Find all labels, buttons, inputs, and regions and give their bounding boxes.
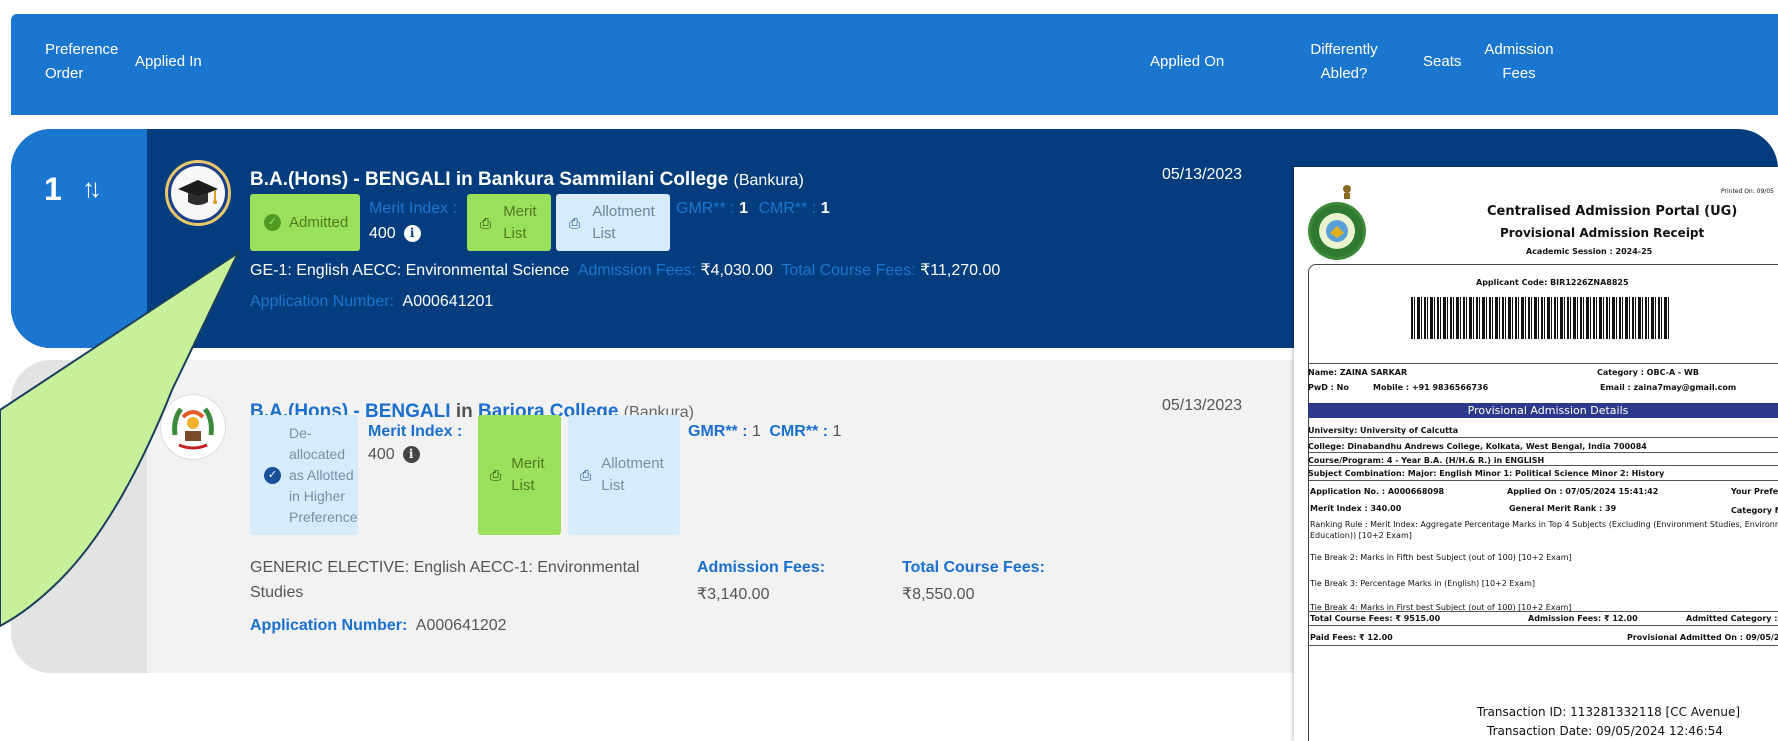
receipt-course-program: Course/Program: 4 - Year B.A. (H/H.& R.)…	[1308, 456, 1545, 465]
printer-icon: ⎙	[580, 467, 592, 483]
receipt-printed-on: Printed On: 09/05	[1721, 188, 1774, 195]
receipt-tie-break-3: Tie Break 3: Percentage Marks in (Englis…	[1310, 579, 1535, 588]
receipt-subtitle: Provisional Admission Receipt	[1500, 226, 1705, 240]
college-logo	[165, 160, 231, 226]
admission-fees-value: ₹3,140.00	[697, 586, 770, 603]
receipt-general-merit-rank: General Merit Rank : 39	[1509, 504, 1617, 513]
header-seats: Seats	[1423, 53, 1462, 70]
receipt-tie-break-2: Tie Break 2: Marks in Fifth best Subject…	[1310, 553, 1572, 562]
barcode	[1411, 297, 1671, 339]
receipt-ranking-rule-2: Education)) [10+2 Exam]	[1310, 531, 1412, 540]
preference-cell	[11, 360, 147, 673]
printer-icon: ⎙	[480, 214, 492, 231]
gmr: GMR** : 1 CMR** : 1	[676, 200, 830, 217]
receipt-session: Academic Session : 2024-25	[1526, 247, 1653, 256]
table-header: Preference Order Applied In Applied On D…	[11, 14, 1778, 115]
info-circle-icon[interactable]: i	[403, 225, 421, 243]
total-fees-label: Total Course Fees:	[902, 559, 1045, 576]
merit-list-label: Merit List	[511, 455, 545, 494]
receipt-transaction-id: Transaction ID: 113281332118 [CC Avenue]	[1477, 705, 1741, 719]
gmr: GMR** : 1 CMR** : 1	[688, 423, 842, 440]
header-applied-in: Applied In	[135, 53, 202, 70]
receipt-mobile: Mobile : +91 9836566736	[1373, 383, 1489, 392]
receipt-your-pref: Your Prefe	[1731, 487, 1778, 496]
receipt-email: Email : zaina7may@gmail.com	[1600, 383, 1737, 392]
receipt-subject-combination: Subject Combination: Major: English Mino…	[1308, 469, 1665, 478]
receipt-applicant-code: Applicant Code: BIR1226ZNA8825	[1476, 278, 1629, 287]
status-text: Admitted	[289, 214, 349, 231]
receipt-title: Centralised Admission Portal (UG)	[1487, 204, 1738, 219]
receipt-provisional-admitted-on: Provisional Admitted On : 09/05/2024 12	[1627, 633, 1778, 642]
portal-logo	[1308, 202, 1366, 260]
receipt-total-course-fees: Total Course Fees: ₹ 9515.00	[1310, 614, 1441, 623]
subject-line-2: Studies	[250, 584, 304, 601]
header-applied-on: Applied On	[1150, 53, 1225, 70]
sort-arrows-icon[interactable]: ↑↓	[82, 173, 102, 204]
course-in: in	[455, 401, 473, 422]
status-badge: ✓ Admitted	[250, 194, 360, 251]
course-title: B.A.(Hons) - BENGALI in Bankura Sammilan…	[250, 169, 804, 191]
printer-icon: ⎙	[490, 467, 502, 483]
receipt-applied-on: Applied On : 07/05/2024 15:41:42	[1507, 487, 1659, 496]
header-differently-abled: Differently Abled?	[1310, 41, 1378, 82]
info-circle-icon[interactable]: i	[402, 446, 420, 464]
receipt-name: Name: ZAINA SARKAR	[1308, 368, 1408, 377]
sort-arrows-icon[interactable]: ↑↓	[82, 405, 102, 436]
application-number: Application Number: A000641202	[250, 617, 507, 634]
college-logo	[160, 394, 226, 460]
receipt-college: College: Dinabandhu Andrews College, Kol…	[1308, 442, 1647, 451]
allotment-list-label: Allotment List	[592, 202, 655, 242]
merit-list-label: Merit List	[503, 202, 537, 242]
admission-receipt: Printed On: 09/05 Centralised Admission …	[1294, 167, 1778, 741]
receipt-merit-index: Merit Index : 340.00	[1310, 504, 1402, 513]
preference-order: 2	[44, 403, 62, 439]
receipt-admission-fees: Admission Fees: ₹ 12.00	[1528, 614, 1638, 623]
receipt-admitted-category: Admitted Category : OBC-	[1686, 614, 1778, 623]
district: (Bankura)	[733, 172, 804, 189]
receipt-details-header: Provisional Admission Details	[1308, 403, 1778, 418]
merit-list-button[interactable]: ⎙ Merit List	[467, 194, 551, 251]
receipt-category-m: Category M	[1731, 506, 1778, 515]
subject-line-1: GENERIC ELECTIVE: English AECC-1: Enviro…	[250, 559, 640, 576]
merit-list-button[interactable]: ⎙ Merit List	[478, 415, 561, 535]
allotment-list-button[interactable]: ⎙ Allotment List	[568, 415, 680, 535]
check-circle-icon: ✓	[264, 214, 281, 231]
applied-on-date: 05/13/2023	[1162, 166, 1243, 183]
subject-combination: GE-1: English AECC: Environmental Scienc…	[250, 262, 1001, 279]
preference-order: 1	[44, 171, 62, 207]
allotment-list-button[interactable]: ⎙ Allotment List	[556, 194, 670, 251]
receipt-category: Category : OBC-A - WB	[1597, 368, 1699, 377]
header-admission-fees: Admission Fees	[1484, 41, 1554, 82]
receipt-application-no: Application No. : A000668098	[1310, 487, 1445, 496]
applied-on-date: 05/13/2023	[1162, 397, 1243, 414]
header-preference-order: Preference Order	[45, 41, 119, 82]
receipt-university: University: University of Calcutta	[1308, 426, 1459, 435]
course-name: B.A.(Hons) - BENGALI in Bankura Sammilan…	[250, 169, 729, 190]
receipt-transaction-date: Transaction Date: 09/05/2024 12:46:54	[1487, 724, 1723, 738]
merit-index-label: Merit Index :	[369, 200, 458, 217]
receipt-ranking-rule-1: Ranking Rule : Merit Index: Aggregate Pe…	[1310, 520, 1778, 529]
admission-fees-label: Admission Fees:	[697, 559, 826, 576]
printer-icon: ⎙	[569, 214, 581, 231]
status-text: De- allocated as Allotted in Higher Pref…	[289, 424, 358, 525]
status-badge: ✓ De- allocated as Allotted in Higher Pr…	[250, 415, 358, 535]
receipt-pwd: PwD : No	[1308, 383, 1349, 392]
preference-cell	[11, 129, 147, 348]
application-number: Application Number: A000641201	[250, 293, 494, 310]
state-emblem-icon	[1339, 184, 1355, 200]
allotment-list-label: Allotment List	[601, 455, 664, 494]
merit-index-label: Merit Index :	[368, 423, 463, 440]
merit-index-value: 400 i	[368, 446, 420, 464]
receipt-paid-fees: Paid Fees: ₹ 12.00	[1310, 633, 1393, 642]
merit-index-value: 400 i	[369, 225, 421, 243]
total-fees-value: ₹8,550.00	[902, 586, 975, 603]
check-circle-icon: ✓	[264, 466, 281, 484]
